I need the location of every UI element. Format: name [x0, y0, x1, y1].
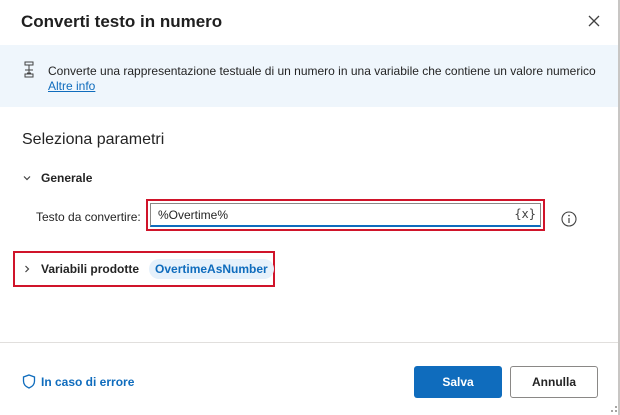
- section-title: Seleziona parametri: [22, 131, 165, 148]
- info-banner: Converte una rappresentazione testuale d…: [0, 45, 620, 107]
- group-label: Generale: [41, 171, 93, 185]
- on-error-label: In caso di errore: [41, 374, 135, 389]
- info-circle-icon[interactable]: [561, 211, 577, 227]
- banner-description: Converte una rappresentazione testuale d…: [48, 64, 596, 78]
- group-general-toggle[interactable]: Generale: [22, 170, 92, 186]
- cancel-button[interactable]: Annulla: [510, 366, 598, 398]
- dialog-title: Converti testo in numero: [21, 12, 223, 31]
- field-label: Testo da convertire:: [36, 210, 141, 224]
- chevron-down-icon: [22, 173, 32, 183]
- on-error-link[interactable]: In caso di errore: [22, 374, 134, 389]
- save-button[interactable]: Salva: [414, 366, 502, 398]
- variable-chip[interactable]: OvertimeAsNumber: [149, 259, 274, 279]
- resize-grip-icon[interactable]: [606, 401, 618, 413]
- insert-variable-button[interactable]: {x}: [514, 207, 536, 221]
- footer-divider: [0, 342, 620, 343]
- close-icon: [588, 15, 600, 27]
- text-to-convert-input[interactable]: [151, 207, 498, 222]
- produced-variables-toggle[interactable]: Variabili prodotte OvertimeAsNumber: [22, 258, 274, 280]
- action-info-icon: [24, 61, 34, 78]
- text-to-convert-field[interactable]: {x}: [150, 203, 541, 227]
- close-button[interactable]: [582, 9, 606, 33]
- shield-icon: [22, 374, 36, 389]
- dialog: Converti testo in numero Converte una ra…: [0, 0, 620, 415]
- produced-variables-label: Variabili prodotte: [41, 262, 140, 276]
- more-info-link[interactable]: Altre info: [48, 79, 95, 93]
- chevron-right-icon: [22, 264, 32, 274]
